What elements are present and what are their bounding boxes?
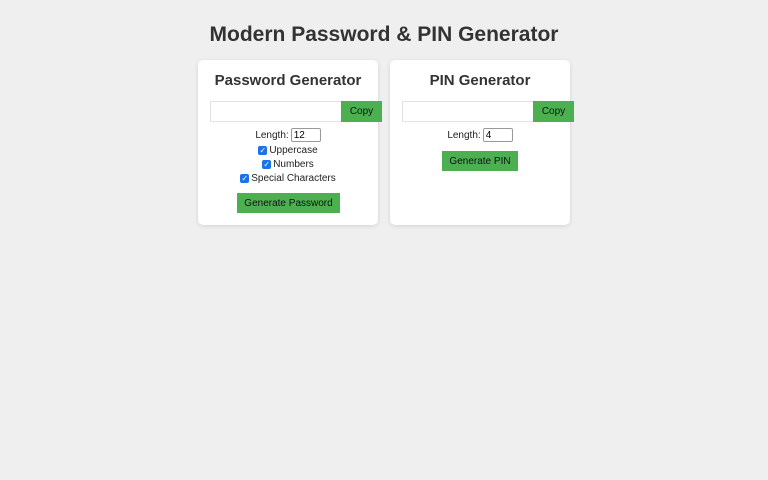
password-output-field[interactable] bbox=[210, 101, 341, 122]
password-generator-card: Password Generator Copy Length: ✓ Upperc… bbox=[198, 60, 382, 225]
generate-password-button[interactable]: Generate Password bbox=[237, 193, 340, 213]
password-length-row: Length: bbox=[198, 128, 378, 142]
copy-pin-button[interactable]: Copy bbox=[533, 101, 574, 122]
pin-output-field[interactable] bbox=[402, 101, 533, 122]
password-length-label: Length: bbox=[255, 129, 289, 141]
special-characters-checkbox[interactable]: ✓ bbox=[240, 173, 250, 183]
generate-pin-button[interactable]: Generate PIN bbox=[442, 151, 518, 171]
uppercase-checkbox[interactable]: ✓ bbox=[258, 145, 268, 155]
password-output-row: Copy bbox=[210, 101, 382, 122]
copy-password-button[interactable]: Copy bbox=[341, 101, 382, 122]
password-length-input[interactable] bbox=[290, 128, 321, 142]
pin-length-input[interactable] bbox=[482, 128, 513, 142]
page-title: Modern Password & PIN Generator bbox=[209, 23, 559, 46]
special-characters-option[interactable]: ✓ Special Characters bbox=[198, 172, 378, 184]
special-characters-label: Special Characters bbox=[251, 172, 336, 184]
password-generator-title: Password Generator bbox=[214, 72, 362, 89]
numbers-checkbox[interactable]: ✓ bbox=[262, 159, 272, 169]
pin-length-row: Length: bbox=[390, 128, 570, 142]
numbers-option[interactable]: ✓ Numbers bbox=[198, 158, 378, 170]
pin-generator-card: PIN Generator Copy Length: Generate PIN bbox=[390, 60, 574, 225]
numbers-label: Numbers bbox=[273, 158, 314, 170]
uppercase-option[interactable]: ✓ Uppercase bbox=[198, 144, 378, 156]
pin-length-label: Length: bbox=[447, 129, 481, 141]
uppercase-label: Uppercase bbox=[269, 144, 318, 156]
pin-generator-title: PIN Generator bbox=[429, 72, 531, 89]
pin-output-row: Copy bbox=[402, 101, 574, 122]
